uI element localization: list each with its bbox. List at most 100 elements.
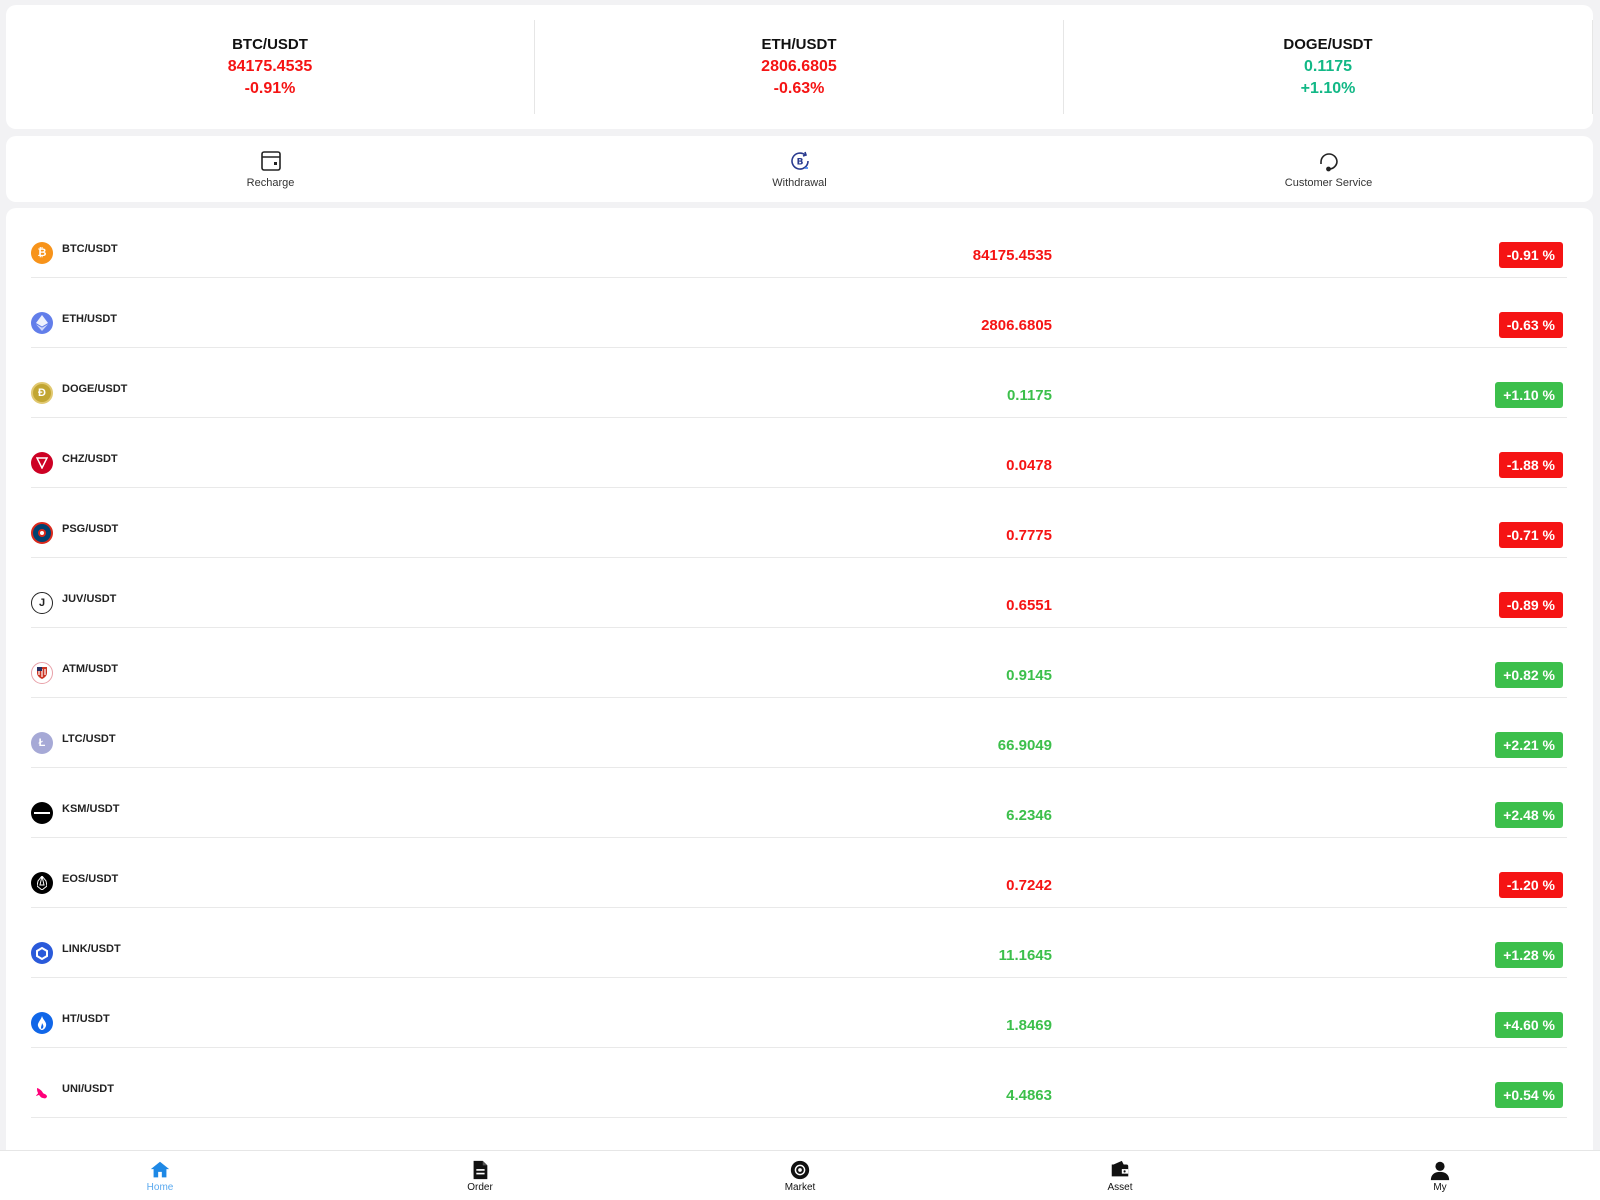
kusama-icon — [31, 802, 53, 824]
market-row[interactable]: Ð DOGE/USDT 0.1175 +1.10 % — [31, 348, 1567, 418]
market-price: 0.0478 — [1006, 457, 1052, 474]
juventus-icon: J — [31, 592, 53, 614]
market-price: 6.2346 — [1006, 807, 1052, 824]
uniswap-icon — [31, 1082, 53, 1104]
ticker-price: 84175.4535 — [227, 58, 313, 75]
change-badge: -1.20 % — [1498, 872, 1563, 898]
document-icon — [473, 1160, 488, 1179]
bottom-nav: Home Order Market Asset My — [0, 1150, 1600, 1200]
market-row[interactable]: HT/USDT 1.8469 +4.60 % — [31, 978, 1567, 1048]
market-pair: HT/USDT — [62, 1013, 110, 1025]
market-pair: LTC/USDT — [62, 733, 116, 745]
withdrawal-button[interactable]: B Withdrawal — [535, 149, 1064, 189]
chainlink-icon — [31, 942, 53, 964]
change-badge: +0.82 % — [1495, 662, 1563, 688]
market-row[interactable]: UNI/USDT 4.4863 +0.54 % — [31, 1048, 1567, 1118]
ticker-card: BTC/USDT 84175.4535 -0.91% ETH/USDT 2806… — [6, 5, 1593, 129]
nav-market[interactable]: Market — [640, 1151, 960, 1200]
market-price: 0.7775 — [1006, 527, 1052, 544]
nav-label: My — [1433, 1181, 1447, 1193]
litecoin-icon: Ł — [31, 732, 53, 754]
market-price: 2806.6805 — [981, 317, 1052, 334]
nav-label: Order — [467, 1181, 493, 1193]
ticker-doge[interactable]: DOGE/USDT 0.1175 +1.10% — [1064, 20, 1593, 114]
change-badge: +4.60 % — [1495, 1012, 1563, 1038]
change-badge: -1.88 % — [1498, 452, 1563, 478]
market-pair: EOS/USDT — [62, 873, 119, 885]
market-list: ₿ BTC/USDT 84175.4535 -0.91 % ETH/USDT 2… — [6, 208, 1593, 1152]
market-pair: ETH/USDT — [62, 313, 117, 325]
atletico-icon — [31, 662, 53, 684]
market-icon — [790, 1160, 810, 1179]
change-badge: -0.91 % — [1498, 242, 1563, 268]
market-pair: ATM/USDT — [62, 663, 119, 675]
market-row[interactable]: Ł LTC/USDT 66.9049 +2.21 % — [31, 698, 1567, 768]
recharge-button[interactable]: Recharge — [6, 149, 535, 189]
change-badge: +2.48 % — [1495, 802, 1563, 828]
nav-label: Asset — [1107, 1181, 1133, 1193]
change-badge: -0.63 % — [1498, 312, 1563, 338]
ticker-btc[interactable]: BTC/USDT 84175.4535 -0.91% — [6, 20, 535, 114]
change-badge: +0.54 % — [1495, 1082, 1563, 1108]
change-badge: +1.28 % — [1495, 942, 1563, 968]
nav-label: Home — [146, 1181, 174, 1193]
home-icon — [150, 1161, 170, 1177]
nav-order[interactable]: Order — [320, 1151, 640, 1200]
headset-icon — [1319, 153, 1338, 172]
market-row[interactable]: CHZ/USDT 0.0478 -1.88 % — [31, 418, 1567, 488]
ticker-change: +1.10% — [1300, 80, 1356, 97]
market-row[interactable]: LINK/USDT 11.1645 +1.28 % — [31, 908, 1567, 978]
market-pair: LINK/USDT — [62, 943, 121, 955]
nav-label: Market — [784, 1181, 816, 1193]
change-badge: +2.21 % — [1495, 732, 1563, 758]
ticker-pair: DOGE/USDT — [1283, 36, 1373, 53]
ticker-pair: ETH/USDT — [761, 36, 837, 53]
market-price: 0.6551 — [1006, 597, 1052, 614]
ticker-price: 0.1175 — [1303, 58, 1353, 75]
psg-icon — [31, 522, 53, 544]
market-price: 1.8469 — [1006, 1017, 1052, 1034]
market-pair: BTC/USDT — [62, 243, 118, 255]
wallet-card-icon — [260, 151, 281, 171]
action-label: Withdrawal — [772, 177, 827, 189]
market-row[interactable]: J JUV/USDT 0.6551 -0.89 % — [31, 558, 1567, 628]
action-label: Customer Service — [1284, 177, 1373, 189]
ethereum-icon — [31, 312, 53, 334]
ticker-pair: BTC/USDT — [232, 36, 308, 53]
action-label: Recharge — [246, 177, 295, 189]
nav-asset[interactable]: Asset — [960, 1151, 1280, 1200]
market-price: 84175.4535 — [972, 247, 1052, 264]
market-row[interactable]: EOS/USDT 0.7242 -1.20 % — [31, 838, 1567, 908]
wallet-icon — [1111, 1160, 1129, 1176]
market-price: 0.1175 — [1006, 387, 1052, 404]
market-row[interactable]: PSG/USDT 0.7775 -0.71 % — [31, 488, 1567, 558]
market-row[interactable]: ₿ BTC/USDT 84175.4535 -0.91 % — [31, 208, 1567, 278]
customer-service-button[interactable]: Customer Service — [1064, 149, 1593, 189]
nav-home[interactable]: Home — [0, 1151, 320, 1200]
market-price: 11.1645 — [998, 947, 1052, 964]
user-icon — [1430, 1161, 1450, 1180]
nav-my[interactable]: My — [1280, 1151, 1600, 1200]
market-pair: DOGE/USDT — [62, 383, 128, 395]
market-pair: JUV/USDT — [62, 593, 117, 605]
market-price: 0.7242 — [1006, 877, 1052, 894]
dogecoin-icon: Ð — [31, 382, 53, 404]
ticker-eth[interactable]: ETH/USDT 2806.6805 -0.63% — [535, 20, 1064, 114]
market-price: 4.4863 — [1006, 1087, 1052, 1104]
ticker-price: 2806.6805 — [761, 58, 837, 75]
market-row[interactable]: ETH/USDT 2806.6805 -0.63 % — [31, 278, 1567, 348]
chiliz-icon — [31, 452, 53, 474]
ticker-change: -0.63% — [773, 80, 825, 97]
huobi-token-icon — [31, 1012, 53, 1034]
svg-text:B: B — [796, 158, 803, 168]
market-row[interactable]: ATM/USDT 0.9145 +0.82 % — [31, 628, 1567, 698]
ticker-change: -0.91% — [244, 80, 296, 97]
market-pair: KSM/USDT — [62, 803, 120, 815]
bitcoin-icon: ₿ — [31, 242, 53, 264]
market-row[interactable]: KSM/USDT 6.2346 +2.48 % — [31, 768, 1567, 838]
change-badge: -0.89 % — [1498, 592, 1563, 618]
market-price: 66.9049 — [997, 737, 1052, 754]
market-price: 0.9145 — [1006, 667, 1052, 684]
market-pair: CHZ/USDT — [62, 453, 118, 465]
market-pair: UNI/USDT — [62, 1083, 114, 1095]
